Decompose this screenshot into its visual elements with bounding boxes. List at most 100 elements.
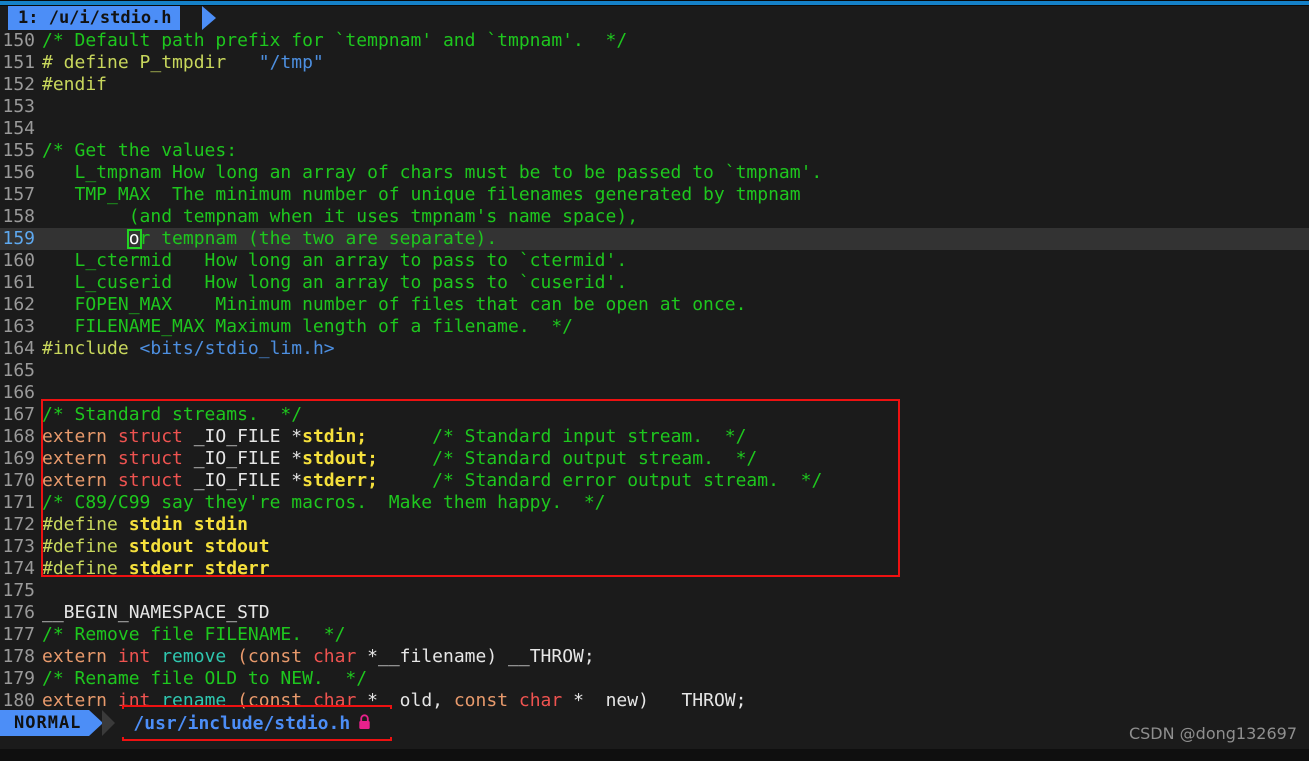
line-number: 176 <box>2 602 35 623</box>
code-token: ( <box>237 690 248 711</box>
watermark: CSDN @dong132697 <box>1128 724 1297 743</box>
code-line[interactable]: 172 #define stdin stdin <box>0 514 1309 536</box>
code-token: int <box>117 646 162 667</box>
code-token: # define P_tmpdir <box>42 52 259 73</box>
line-number: 172 <box>2 514 35 535</box>
code-token: extern <box>42 448 118 469</box>
code-token: /* Standard input stream. */ <box>432 426 747 447</box>
code-token: _IO_FILE <box>193 448 292 469</box>
code-line[interactable]: 153 <box>0 96 1309 118</box>
code-token: stdout stdout <box>128 536 270 557</box>
code-token: stdin; <box>302 426 368 447</box>
line-number: 159 <box>2 228 35 249</box>
code-line[interactable]: 158 (and tempnam when it uses tmpnam's n… <box>0 206 1309 228</box>
code-token: struct <box>117 470 194 491</box>
code-line[interactable]: 165 <box>0 360 1309 382</box>
vim-mode-label: NORMAL <box>14 713 82 733</box>
line-number: 171 <box>2 492 35 513</box>
code-line[interactable]: 176 __BEGIN_NAMESPACE_STD <box>0 602 1309 624</box>
code-token: rename <box>161 690 238 711</box>
code-token: #define <box>42 558 129 579</box>
code-line[interactable]: 154 <box>0 118 1309 140</box>
code-token: #endif <box>42 74 108 95</box>
line-number: 153 <box>2 96 35 117</box>
vim-editor-window: 1: /u/i/stdio.h 150 /* Default path prefi… <box>0 0 1309 761</box>
line-source: #define stdout stdout <box>42 536 270 558</box>
vim-mode-indicator: NORMAL <box>0 710 90 736</box>
code-token: extern <box>42 690 118 711</box>
code-line[interactable]: 173 #define stdout stdout <box>0 536 1309 558</box>
code-line[interactable]: 175 <box>0 580 1309 602</box>
code-line[interactable]: 161 L_cuserid How long an array to pass … <box>0 272 1309 294</box>
code-line[interactable]: 156 L_tmpnam How long an array of chars … <box>0 162 1309 184</box>
code-line[interactable]: 167 /* Standard streams. */ <box>0 404 1309 426</box>
code-text-area[interactable]: 150 /* Default path prefix for `tempnam' … <box>0 30 1309 712</box>
code-line[interactable]: 179 /* Rename file OLD to NEW. */ <box>0 668 1309 690</box>
code-line[interactable]: 157 TMP_MAX The minimum number of unique… <box>0 184 1309 206</box>
code-token: stderr stderr <box>128 558 270 579</box>
line-source: #define stdin stdin <box>42 514 248 536</box>
code-line[interactable]: 152 #endif <box>0 74 1309 96</box>
line-source: extern int remove (const char *__filenam… <box>42 646 595 668</box>
line-source: L_ctermid How long an array to pass to `… <box>42 250 628 272</box>
code-line[interactable]: 169 extern struct _IO_FILE *stdout; /* St… <box>0 448 1309 470</box>
code-line[interactable]: 155 /* Get the values: <box>0 140 1309 162</box>
code-token: L_ctermid How long an array to pass to `… <box>42 250 628 271</box>
code-token: "/tmp" <box>258 52 324 73</box>
line-number: 161 <box>2 272 35 293</box>
line-number: 163 <box>2 316 35 337</box>
code-line[interactable]: 171 /* C89/C99 say they're macros. Make t… <box>0 492 1309 514</box>
line-source: TMP_MAX The minimum number of unique fil… <box>42 184 801 206</box>
code-token: /* Standard streams. */ <box>42 404 303 425</box>
line-number: 151 <box>2 52 35 73</box>
code-token: #define <box>42 514 129 535</box>
code-line[interactable]: 178 extern int remove (const char *__file… <box>0 646 1309 668</box>
code-line[interactable]: 177 /* Remove file FILENAME. */ <box>0 624 1309 646</box>
code-line[interactable]: 151 # define P_tmpdir "/tmp" <box>0 52 1309 74</box>
code-token: * <box>367 690 378 711</box>
code-token: L_cuserid How long an array to pass to `… <box>42 272 628 293</box>
line-number: 177 <box>2 624 35 645</box>
line-number: 179 <box>2 668 35 689</box>
code-line[interactable]: 150 /* Default path prefix for `tempnam' … <box>0 30 1309 52</box>
line-number: 155 <box>2 140 35 161</box>
code-token: <bits/stdio_lim.h> <box>139 338 335 359</box>
code-line[interactable]: 159 or tempnam (the two are separate). <box>0 228 1309 250</box>
code-token: /* C89/C99 say they're macros. Make them… <box>42 492 606 513</box>
code-token: FOPEN_MAX Minimum number of files that c… <box>42 294 747 315</box>
code-line[interactable]: 166 <box>0 382 1309 404</box>
code-token: extern <box>42 426 118 447</box>
code-token: TMP_MAX The minimum number of unique fil… <box>42 184 801 205</box>
tab-stdio-h[interactable]: 1: /u/i/stdio.h <box>8 6 180 30</box>
code-token: * <box>291 448 303 469</box>
line-source: /* Default path prefix for `tempnam' and… <box>42 30 627 52</box>
code-line[interactable]: 174 #define stderr stderr <box>0 558 1309 580</box>
code-token: char <box>312 646 368 667</box>
line-source: /* Standard streams. */ <box>42 404 302 426</box>
line-source: (and tempnam when it uses tmpnam's name … <box>42 206 638 228</box>
code-line[interactable]: 168 extern struct _IO_FILE *stdin; /* Sta… <box>0 426 1309 448</box>
line-number: 175 <box>2 580 35 601</box>
code-line[interactable]: 163 FILENAME_MAX Maximum length of a fil… <box>0 316 1309 338</box>
code-line[interactable]: 170 extern struct _IO_FILE *stderr; /* St… <box>0 470 1309 492</box>
status-file-path: /usr/include/stdio.h <box>133 712 351 734</box>
line-source: /* C89/C99 say they're macros. Make them… <box>42 492 606 514</box>
code-token: extern <box>42 646 118 667</box>
code-token: remove <box>161 646 238 667</box>
window-bottom-border <box>0 749 1309 761</box>
line-number: 165 <box>2 360 35 381</box>
line-source: FOPEN_MAX Minimum number of files that c… <box>42 294 747 316</box>
code-token: struct <box>117 426 194 447</box>
line-number: 162 <box>2 294 35 315</box>
line-source: extern struct _IO_FILE *stdout; /* Stand… <box>42 448 757 470</box>
code-token: /* Standard error output stream. */ <box>432 470 823 491</box>
line-source: FILENAME_MAX Maximum length of a filenam… <box>42 316 574 338</box>
line-source: #include <bits/stdio_lim.h> <box>42 338 335 360</box>
code-line[interactable]: 162 FOPEN_MAX Minimum number of files th… <box>0 294 1309 316</box>
code-line[interactable]: 164 #include <bits/stdio_lim.h> <box>0 338 1309 360</box>
tab-powerline-arrow-icon <box>202 6 216 30</box>
code-line[interactable]: 160 L_ctermid How long an array to pass … <box>0 250 1309 272</box>
line-source: __BEGIN_NAMESPACE_STD <box>42 602 270 624</box>
line-number: 170 <box>2 470 35 491</box>
